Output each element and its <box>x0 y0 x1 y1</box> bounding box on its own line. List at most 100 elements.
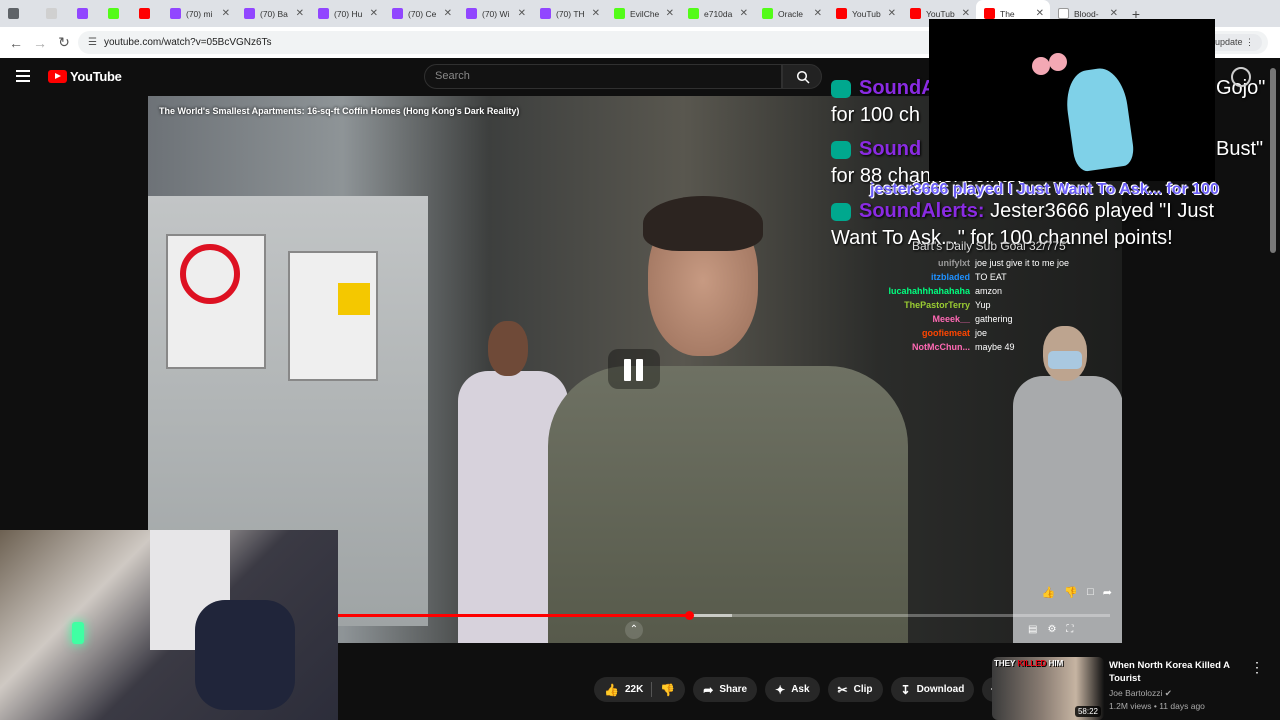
browser-tab[interactable]: (70) Ce ✕ <box>384 0 458 27</box>
video-frame-presenter <box>548 196 908 643</box>
back-icon[interactable]: ← <box>4 35 28 51</box>
recommended-thumbnail[interactable]: THEY KILLED HIM 58:22 <box>992 657 1104 720</box>
ask-button[interactable]: ✦ Ask <box>765 677 820 702</box>
gecko-eye <box>1032 57 1050 75</box>
tab-favicon-icon <box>108 8 119 19</box>
chat-message: Meeek__ gathering <box>870 312 1120 326</box>
search-icon <box>796 70 810 84</box>
browser-tab[interactable] <box>69 0 100 27</box>
browser-tab[interactable]: (70) Ba ✕ <box>236 0 310 27</box>
tab-favicon-icon <box>466 8 477 19</box>
search-input[interactable]: Search <box>424 64 782 89</box>
webcam-overlay <box>0 530 338 720</box>
chevron-up-icon[interactable]: ⌃ <box>625 621 643 639</box>
close-tab-icon[interactable]: ✕ <box>814 8 822 19</box>
browser-tab[interactable]: YouTub ✕ <box>828 0 902 27</box>
video-action-icons: 👍 👎 □ ➦ <box>1042 586 1112 599</box>
search-button[interactable] <box>782 64 822 89</box>
browser-tab[interactable] <box>100 0 131 27</box>
chat-message: itzbladed TO EAT <box>870 270 1120 284</box>
sound-alert-2-tail: Bust" <box>1216 138 1264 160</box>
chat-username: goofiemeat <box>921 328 970 338</box>
sound-alert-1-line2: for 100 ch <box>831 104 920 126</box>
bot-icon <box>831 140 851 159</box>
chat-username: ThePastorTerry <box>904 300 970 310</box>
browser-tab[interactable]: (70) Hu ✕ <box>310 0 384 27</box>
recommended-channel[interactable]: Joe Bartolozzi ✔ <box>1109 688 1172 699</box>
close-tab-icon[interactable]: ✕ <box>296 8 304 19</box>
gecko-eye <box>1049 53 1067 71</box>
recommended-title[interactable]: When North Korea Killed A Tourist <box>1109 659 1239 685</box>
progress-bar[interactable] <box>338 611 1110 620</box>
like-icon: 👍 <box>604 682 619 697</box>
chat-text: Yup <box>975 300 991 310</box>
chat-text: gathering <box>975 314 1013 324</box>
share-icon[interactable]: ➦ <box>1103 586 1112 599</box>
browser-tab[interactable]: (70) TH ✕ <box>532 0 606 27</box>
browser-tab[interactable]: (70) mi ✕ <box>162 0 236 27</box>
close-tab-icon[interactable]: ✕ <box>222 8 230 19</box>
browser-tab[interactable]: EvilChe ✕ <box>606 0 680 27</box>
close-tab-icon[interactable]: ✕ <box>666 8 674 19</box>
dislike-icon[interactable]: 👎 <box>1064 586 1078 599</box>
tab-favicon-icon <box>688 8 699 19</box>
chat-text: maybe 49 <box>975 342 1015 352</box>
close-tab-icon[interactable]: ✕ <box>592 8 600 19</box>
recommended-video[interactable]: THEY KILLED HIM 58:22 When North Korea K… <box>992 657 1280 720</box>
thumbnail-text: THEY KILLED HIM <box>994 659 1064 668</box>
close-tab-icon[interactable]: ✕ <box>444 8 452 19</box>
like-icon[interactable]: 👍 <box>1042 586 1056 599</box>
close-tab-icon[interactable]: ✕ <box>1110 8 1118 19</box>
more-icon[interactable]: ⋮ <box>1250 659 1264 676</box>
chat-username: Meeek__ <box>932 314 970 324</box>
forward-icon[interactable]: → <box>28 35 52 51</box>
fullscreen-icon[interactable]: ⛶ <box>1066 624 1073 635</box>
chat-username: NotMcChun... <box>912 342 970 352</box>
chat-message: NotMcChun... maybe 49 <box>870 340 1120 354</box>
close-tab-icon[interactable]: ✕ <box>962 8 970 19</box>
comment-icon[interactable]: □ <box>1087 586 1094 599</box>
tab-favicon-icon <box>910 8 921 19</box>
tab-favicon-icon <box>170 8 181 19</box>
refresh-icon[interactable]: ↻ <box>52 34 76 51</box>
subtitles-icon[interactable]: ▤ <box>1028 624 1037 635</box>
sound-alert-1: SoundA <box>831 74 936 103</box>
video-title-overlay: The World's Smallest Apartments: 16-sq-f… <box>159 106 520 116</box>
chat-text: amzon <box>975 286 1003 296</box>
close-tab-icon[interactable]: ✕ <box>518 8 526 19</box>
pause-button[interactable] <box>608 349 660 389</box>
close-tab-icon[interactable]: ✕ <box>740 8 748 19</box>
close-tab-icon[interactable]: ✕ <box>370 8 378 19</box>
browser-tab[interactable] <box>38 0 69 27</box>
tab-favicon-icon <box>139 8 150 19</box>
share-button[interactable]: ➦ Share <box>693 677 758 702</box>
player-controls: ▤ ⚙ ⛶ <box>1028 624 1073 635</box>
clip-button[interactable]: ✂ Clip <box>827 677 883 702</box>
chat-text: joe <box>975 328 988 338</box>
download-button[interactable]: ↧ Download <box>890 677 975 702</box>
browser-tab[interactable] <box>0 0 38 27</box>
emote-icon <box>1231 67 1251 87</box>
ask-icon: ✦ <box>775 682 786 697</box>
dislike-icon[interactable]: 👎 <box>660 683 675 697</box>
close-tab-icon[interactable]: ✕ <box>1036 8 1044 19</box>
chat-message: goofiemeat joe <box>870 326 1120 340</box>
browser-tab[interactable]: (70) Wi ✕ <box>458 0 532 27</box>
video-frame-sign <box>288 251 378 381</box>
share-icon: ➦ <box>703 682 714 697</box>
like-dislike-button[interactable]: 👍 22K 👎 <box>594 677 686 702</box>
scrollbar[interactable] <box>1270 68 1276 253</box>
chat-text: joe just give it to me joe <box>975 258 1070 268</box>
site-info-icon[interactable]: ☰ <box>88 37 97 48</box>
menu-icon[interactable] <box>16 70 30 85</box>
settings-icon[interactable]: ⚙ <box>1047 624 1056 635</box>
tab-favicon-icon <box>540 8 551 19</box>
tab-favicon-icon <box>984 8 995 19</box>
browser-tab[interactable]: Oracle ✕ <box>754 0 828 27</box>
browser-tab[interactable] <box>131 0 162 27</box>
browser-tab[interactable]: e710da ✕ <box>680 0 754 27</box>
gecko-overlay <box>929 19 1251 181</box>
sound-alert-3: SoundAlerts: Jester3666 played "I Just <box>831 197 1214 226</box>
youtube-logo[interactable]: YouTube <box>48 69 122 84</box>
close-tab-icon[interactable]: ✕ <box>888 8 896 19</box>
